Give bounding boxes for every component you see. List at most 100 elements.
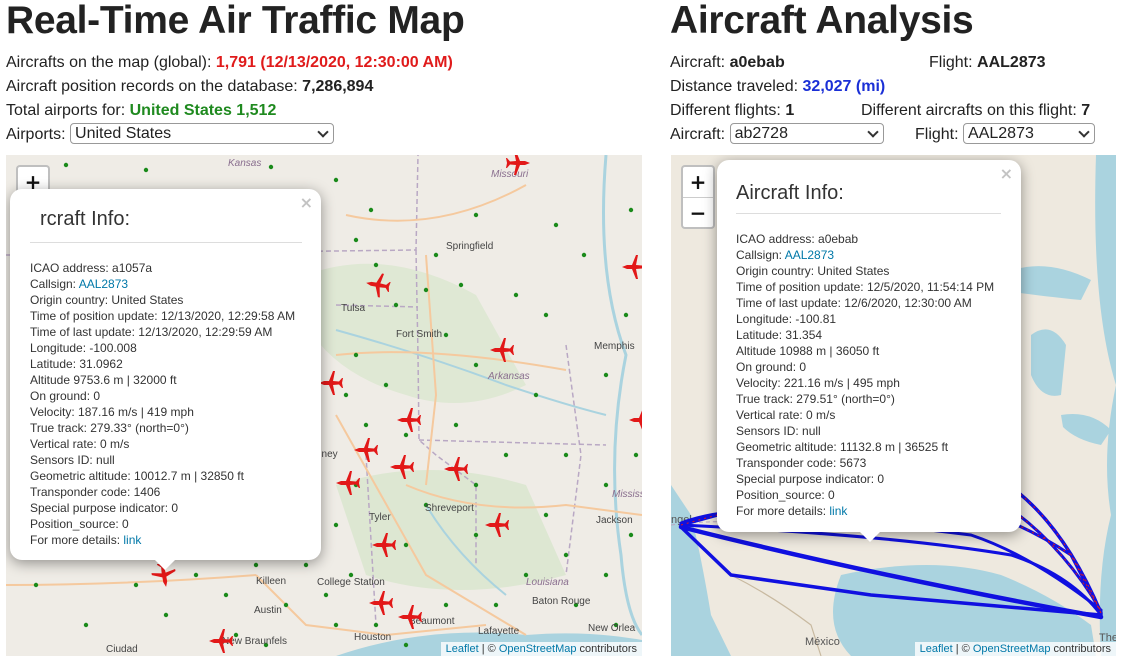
attribution-separator: | ©: [478, 643, 499, 655]
popup-line: Transponder code: 5673: [736, 456, 867, 470]
leaflet-link[interactable]: Leaflet: [920, 643, 953, 655]
flight-label: Flight:: [929, 54, 973, 71]
popup-line: Geometric altitude: 11132.8 m | 36525 ft: [736, 440, 949, 454]
zoom-in-button[interactable]: +: [683, 167, 713, 197]
popup-body: ICAO address: a0ebab Callsign: AAL2873 O…: [736, 231, 994, 519]
different-flights-line: Different flights: 1: [670, 99, 794, 123]
records-line: Aircraft position records on the databas…: [6, 75, 373, 99]
map-place-label: Mississi: [612, 489, 642, 500]
map-place-label: New Orlea: [588, 623, 636, 634]
popup-line: On ground: 0: [736, 360, 807, 374]
map-place-label: Memphis: [594, 341, 635, 352]
popup-line: True track: 279.33° (north=0°): [30, 421, 189, 435]
popup-line: Vertical rate: 0 m/s: [30, 437, 130, 451]
map-place-label: Jackson: [596, 515, 633, 526]
flight-select[interactable]: AAL2873: [963, 123, 1096, 144]
popup-callsign: Callsign: AAL2873: [736, 247, 994, 263]
callsign-link[interactable]: AAL2873: [785, 248, 834, 262]
popup-details: For more details: link: [736, 503, 994, 519]
popup-line: Altitude 9753.6 m | 32000 ft: [30, 373, 177, 387]
popup-tip: [860, 532, 880, 542]
flight-track-map[interactable]: ngel México The + − × Aircraft Info: ICA…: [671, 155, 1116, 656]
airports-select[interactable]: United States: [70, 123, 335, 144]
airports-select-value: United States: [75, 125, 172, 142]
popup-line: Origin country: United States: [30, 293, 184, 307]
zoom-out-button[interactable]: −: [683, 197, 713, 227]
map-place-label: College Station: [317, 577, 385, 588]
close-icon[interactable]: ×: [1000, 164, 1013, 183]
callsign-link[interactable]: AAL2873: [79, 277, 128, 291]
popup-line: Sensors ID: null: [30, 453, 115, 467]
close-icon[interactable]: ×: [300, 193, 313, 212]
air-traffic-map[interactable]: Kansas Missouri Springfield Tulsa Fort S…: [6, 155, 642, 656]
map-place-label: Tyler: [369, 512, 391, 523]
details-label: For more details:: [736, 504, 830, 518]
popup-line: Origin country: United States: [736, 264, 890, 278]
popup-details: For more details: link: [30, 532, 295, 548]
airports-select-label: Airports:: [6, 126, 66, 143]
analysis-title: Aircraft Analysis: [670, 0, 974, 42]
map-place-label: Shreveport: [425, 503, 474, 514]
map-place-label: México: [805, 636, 840, 648]
details-link[interactable]: link: [123, 533, 141, 547]
map-place-label: Austin: [254, 605, 282, 616]
map-place-label: Tulsa: [341, 303, 366, 314]
details-link[interactable]: link: [829, 504, 847, 518]
chevron-down-icon: [1078, 126, 1090, 138]
popup-callsign: Callsign: AAL2873: [30, 276, 295, 292]
popup-title: Aircraft Info:: [736, 182, 844, 204]
aircraft-select-label: Aircraft:: [670, 126, 726, 143]
popup-title: rcraft Info:: [40, 208, 131, 230]
popup-line: ICAO address: a1057a: [30, 261, 153, 275]
aircrafts-count-line: Aircrafts on the map (global): 1,791 (12…: [6, 51, 453, 75]
osm-link[interactable]: OpenStreetMap: [973, 643, 1051, 655]
chevron-down-icon: [866, 126, 879, 138]
popup-line: Time of last update: 12/13/2020, 12:29:5…: [30, 325, 273, 339]
map-place-label: Baton Rouge: [532, 596, 591, 607]
airports-total-line: Total airports for: United States 1,512: [6, 99, 276, 123]
aircraft-info-popup: × Aircraft Info: ICAO address: a0ebab Ca…: [717, 160, 1021, 532]
popup-line: Transponder code: 1406: [30, 485, 161, 499]
popup-line: Time of last update: 12/6/2020, 12:30:00…: [736, 296, 972, 310]
popup-line: Velocity: 187.16 m/s | 419 mph: [30, 405, 194, 419]
chevron-down-icon: [317, 126, 329, 138]
map-place-label: Louisiana: [526, 577, 569, 588]
popup-line: Time of position update: 12/5/2020, 11:5…: [736, 280, 995, 294]
zoom-control: + −: [681, 165, 715, 229]
attribution-contributors: contributors: [1050, 643, 1111, 655]
callsign-label: Callsign:: [30, 277, 79, 291]
popup-line: Position_source: 0: [736, 488, 835, 502]
aircrafts-count-label: Aircrafts on the map (global):: [6, 54, 212, 71]
different-flights-label: Different flights:: [670, 102, 781, 119]
popup-body: ICAO address: a1057a Callsign: AAL2873 O…: [30, 260, 295, 548]
distance-line: Distance traveled: 32,027 (mi): [670, 75, 885, 99]
popup-line: Special purpose indicator: 0: [30, 501, 179, 515]
popup-line: Longitude: -100.008: [30, 341, 137, 355]
distance-value: 32,027 (mi): [802, 78, 886, 95]
popup-line: Vertical rate: 0 m/s: [736, 408, 836, 422]
airports-select-row: Airports: United States: [6, 123, 335, 147]
osm-link[interactable]: OpenStreetMap: [499, 643, 577, 655]
map-place-label: Kansas: [228, 158, 261, 169]
map-attribution: Leaflet | © OpenStreetMap contributors: [440, 642, 642, 656]
aircraft-label: Aircraft:: [670, 54, 726, 71]
map-place-label: Killeen: [256, 576, 286, 587]
records-label: Aircraft position records on the databas…: [6, 78, 298, 95]
aircraft-select[interactable]: ab2728: [729, 123, 884, 144]
aircraft-value: a0ebab: [729, 54, 785, 71]
popup-line: Position_source: 0: [30, 517, 129, 531]
flight-value: AAL2873: [977, 54, 1046, 71]
callsign-label: Callsign:: [736, 248, 785, 262]
popup-line: Sensors ID: null: [736, 424, 821, 438]
leaflet-link[interactable]: Leaflet: [446, 643, 479, 655]
popup-line: Latitude: 31.354: [736, 328, 823, 342]
map-place-label: Lafayette: [478, 626, 520, 637]
map-place-label: Arkansas: [487, 371, 530, 382]
aircraft-line: Aircraft: a0ebab: [670, 51, 785, 75]
popup-line: Geometric altitude: 10012.7 m | 32850 ft: [30, 469, 244, 483]
map-place-label: Fort Smith: [396, 329, 442, 340]
details-label: For more details:: [30, 533, 124, 547]
map-place-label: Ciudad: [106, 644, 138, 655]
popup-line: Velocity: 221.16 m/s | 495 mph: [736, 376, 900, 390]
aircraft-info-popup: × rcraft Info: ICAO address: a1057a Call…: [10, 189, 321, 560]
